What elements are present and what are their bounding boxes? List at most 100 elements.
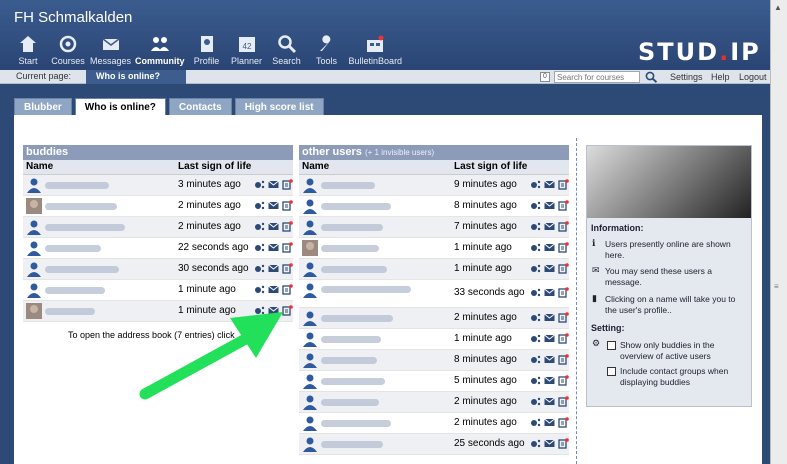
scroll-grip-icon[interactable]: ≡ [774,282,779,291]
send-message-icon[interactable] [544,375,555,386]
add-buddy-icon[interactable] [530,242,541,253]
send-message-icon[interactable] [544,354,555,365]
buddies-only-checkbox[interactable] [607,341,616,350]
send-message-icon[interactable] [544,242,555,253]
nav-item-community[interactable]: Community [135,34,185,66]
user-avatar-icon[interactable] [26,240,42,256]
nav-item-search[interactable]: Search [269,34,305,66]
table-row[interactable]: 30 seconds ago [23,259,293,280]
add-buddy-icon[interactable] [530,179,541,190]
user-photo[interactable] [26,198,42,214]
add-buddy-icon[interactable] [530,417,541,428]
blubber-icon[interactable] [282,200,293,211]
add-buddy-icon[interactable] [254,284,265,295]
blubber-icon[interactable] [558,263,569,274]
nav-item-planner[interactable]: 42 Planner [229,34,265,66]
add-buddy-icon[interactable] [530,354,541,365]
blubber-icon[interactable] [282,221,293,232]
send-message-icon[interactable] [544,200,555,211]
user-avatar-icon[interactable] [302,394,318,410]
user-avatar-icon[interactable] [26,177,42,193]
send-message-icon[interactable] [268,284,279,295]
send-message-icon[interactable] [268,263,279,274]
table-row[interactable]: 5 minutes ago [299,371,569,392]
add-buddy-icon[interactable] [254,305,265,316]
blurred-username[interactable] [321,182,375,189]
table-row[interactable]: 1 minute ago [299,238,569,259]
send-message-icon[interactable] [544,263,555,274]
send-message-icon[interactable] [544,287,555,298]
table-row[interactable]: 2 minutes ago [23,217,293,238]
blurred-username[interactable] [45,287,105,294]
nav-item-tools[interactable]: Tools [309,34,345,66]
blurred-username[interactable] [45,308,95,315]
add-buddy-icon[interactable] [530,287,541,298]
blurred-username[interactable] [321,441,383,448]
user-avatar-icon[interactable] [302,331,318,347]
blurred-username[interactable] [321,203,391,210]
tab-high-score-list[interactable]: High score list [234,98,324,115]
vertical-scrollbar[interactable]: ▲ ≡ [770,0,787,464]
table-row[interactable]: 25 seconds ago [299,434,569,455]
add-buddy-icon[interactable] [254,179,265,190]
help-link[interactable]: Help [711,72,730,82]
user-avatar-icon[interactable] [302,373,318,389]
blurred-username[interactable] [321,245,379,252]
table-row[interactable]: 8 minutes ago [299,196,569,217]
blubber-icon[interactable] [558,242,569,253]
tab-who-is-online[interactable]: Who is online? [74,98,166,115]
add-buddy-icon[interactable] [530,312,541,323]
table-row[interactable]: 9 minutes ago [299,175,569,196]
user-avatar-icon[interactable] [302,352,318,368]
add-buddy-icon[interactable] [530,396,541,407]
send-message-icon[interactable] [544,221,555,232]
blubber-icon[interactable] [558,354,569,365]
table-row[interactable]: 2 minutes ago [299,392,569,413]
user-avatar-icon[interactable] [302,261,318,277]
table-row[interactable]: 1 minute ago [299,329,569,350]
blurred-username[interactable] [321,286,411,293]
add-buddy-icon[interactable] [530,263,541,274]
table-row[interactable]: 33 seconds ago [299,280,569,308]
blurred-username[interactable] [45,245,101,252]
tab-blubber[interactable]: Blubber [14,98,72,115]
table-row[interactable]: 8 minutes ago [299,350,569,371]
user-avatar-icon[interactable] [26,219,42,235]
blubber-icon[interactable] [282,179,293,190]
user-avatar-icon[interactable] [302,436,318,452]
user-avatar-icon[interactable] [302,177,318,193]
nav-item-messages[interactable]: Messages [90,34,131,66]
blubber-icon[interactable] [282,284,293,295]
tab-contacts[interactable]: Contacts [168,98,232,115]
add-buddy-icon[interactable] [254,200,265,211]
logout-link[interactable]: Logout [739,72,767,82]
add-buddy-icon[interactable] [254,242,265,253]
table-row[interactable]: 2 minutes ago [299,308,569,329]
add-buddy-icon[interactable] [530,375,541,386]
blurred-username[interactable] [321,224,383,231]
blubber-icon[interactable] [558,179,569,190]
send-message-icon[interactable] [544,312,555,323]
send-message-icon[interactable] [268,200,279,211]
blubber-icon[interactable] [282,305,293,316]
blubber-icon[interactable] [558,438,569,449]
blurred-username[interactable] [321,357,377,364]
search-input[interactable] [554,71,640,83]
user-photo[interactable] [26,303,42,319]
table-row[interactable]: 3 minutes ago [23,175,293,196]
send-message-icon[interactable] [544,333,555,344]
contact-groups-checkbox[interactable] [607,367,616,376]
user-avatar-icon[interactable] [302,282,318,298]
add-buddy-icon[interactable] [530,221,541,232]
user-avatar-icon[interactable] [302,198,318,214]
address-book-note[interactable]: To open the address book (7 entries) cli… [68,330,235,340]
blurred-username[interactable] [321,336,381,343]
table-row[interactable]: 1 minute ago [299,259,569,280]
blurred-username[interactable] [45,182,109,189]
table-row[interactable]: 2 minutes ago [299,413,569,434]
user-avatar-icon[interactable] [302,310,318,326]
nav-item-start[interactable]: Start [10,34,46,66]
send-message-icon[interactable] [268,305,279,316]
user-avatar-icon[interactable] [26,282,42,298]
blurred-username[interactable] [321,315,393,322]
